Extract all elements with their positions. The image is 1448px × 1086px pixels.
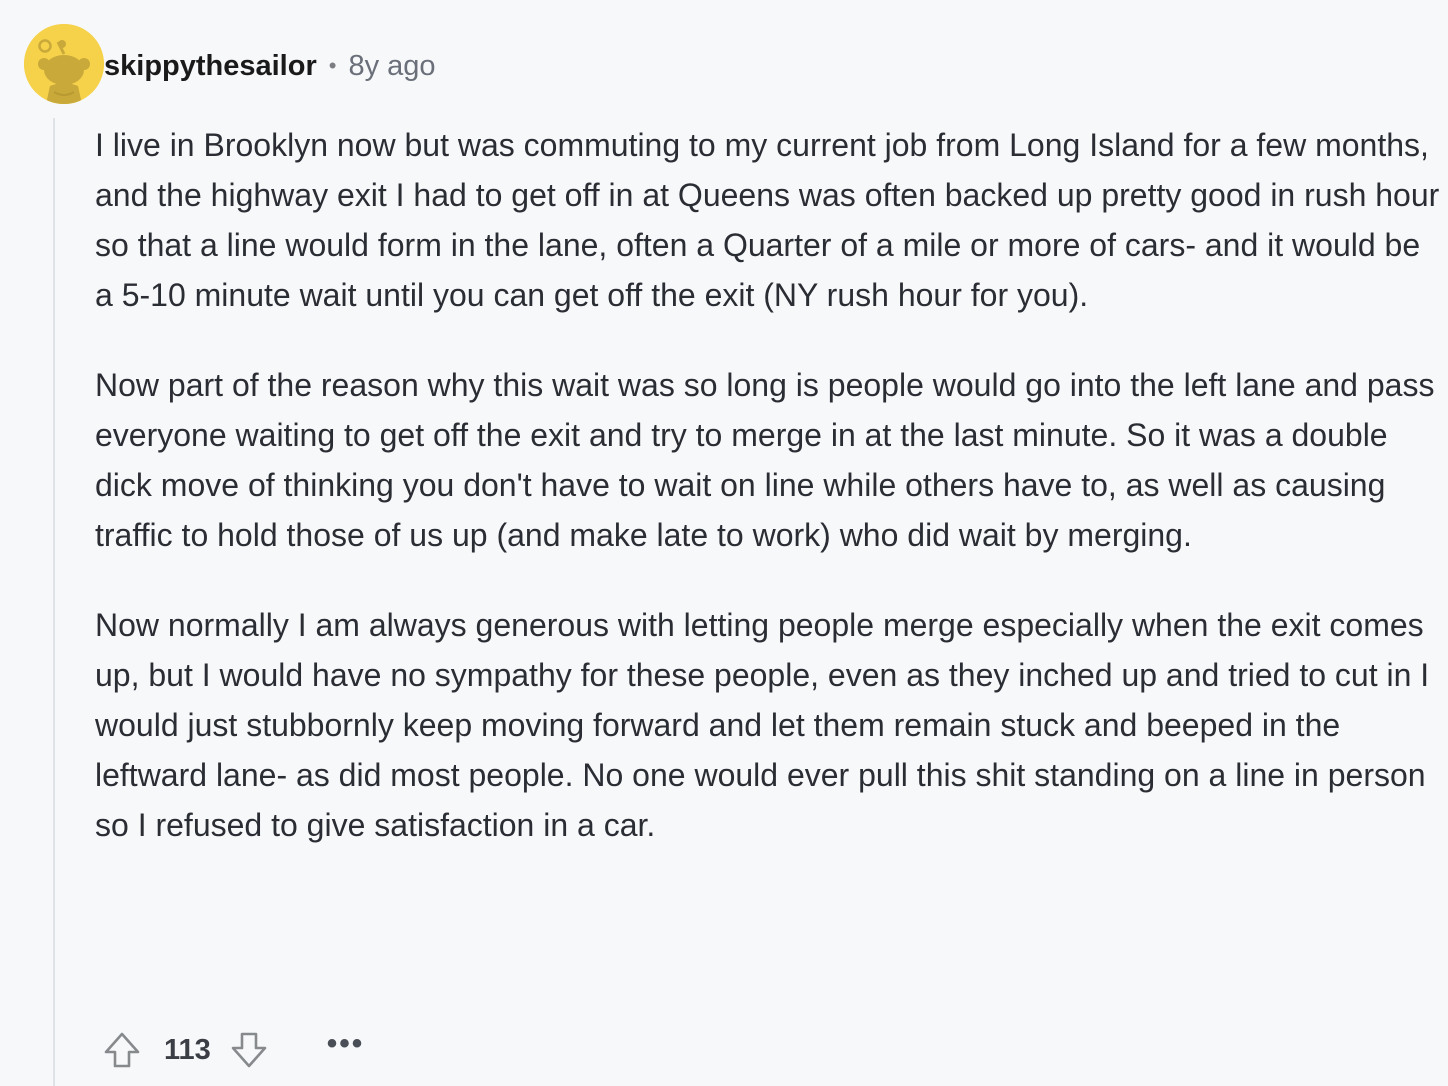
upvote-arrow-icon <box>104 1032 140 1068</box>
comment-header: skippythesailor • 8y ago <box>104 44 436 88</box>
comment-body: I live in Brooklyn now but was commuting… <box>95 120 1445 890</box>
comment-paragraph: Now part of the reason why this wait was… <box>95 367 1435 553</box>
comment-actions: 113 ••• <box>100 1026 364 1074</box>
more-options-button[interactable]: ••• <box>327 1029 365 1059</box>
username-link[interactable]: skippythesailor <box>104 50 317 83</box>
comment: skippythesailor • 8y ago I live in Brook… <box>0 0 1448 1086</box>
upvote-button[interactable] <box>100 1028 144 1072</box>
vote-score: 113 <box>164 1033 211 1066</box>
snoo-avatar-icon <box>24 24 104 104</box>
downvote-button[interactable] <box>227 1028 271 1072</box>
comment-paragraph: Now normally I am always generous with l… <box>95 607 1430 843</box>
meta-separator: • <box>328 53 337 78</box>
comment-paragraph: I live in Brooklyn now but was commuting… <box>95 127 1440 313</box>
user-avatar[interactable] <box>24 24 104 104</box>
downvote-arrow-icon <box>231 1032 267 1068</box>
thread-line[interactable] <box>53 118 55 1086</box>
comment-age: 8y ago <box>348 49 436 82</box>
